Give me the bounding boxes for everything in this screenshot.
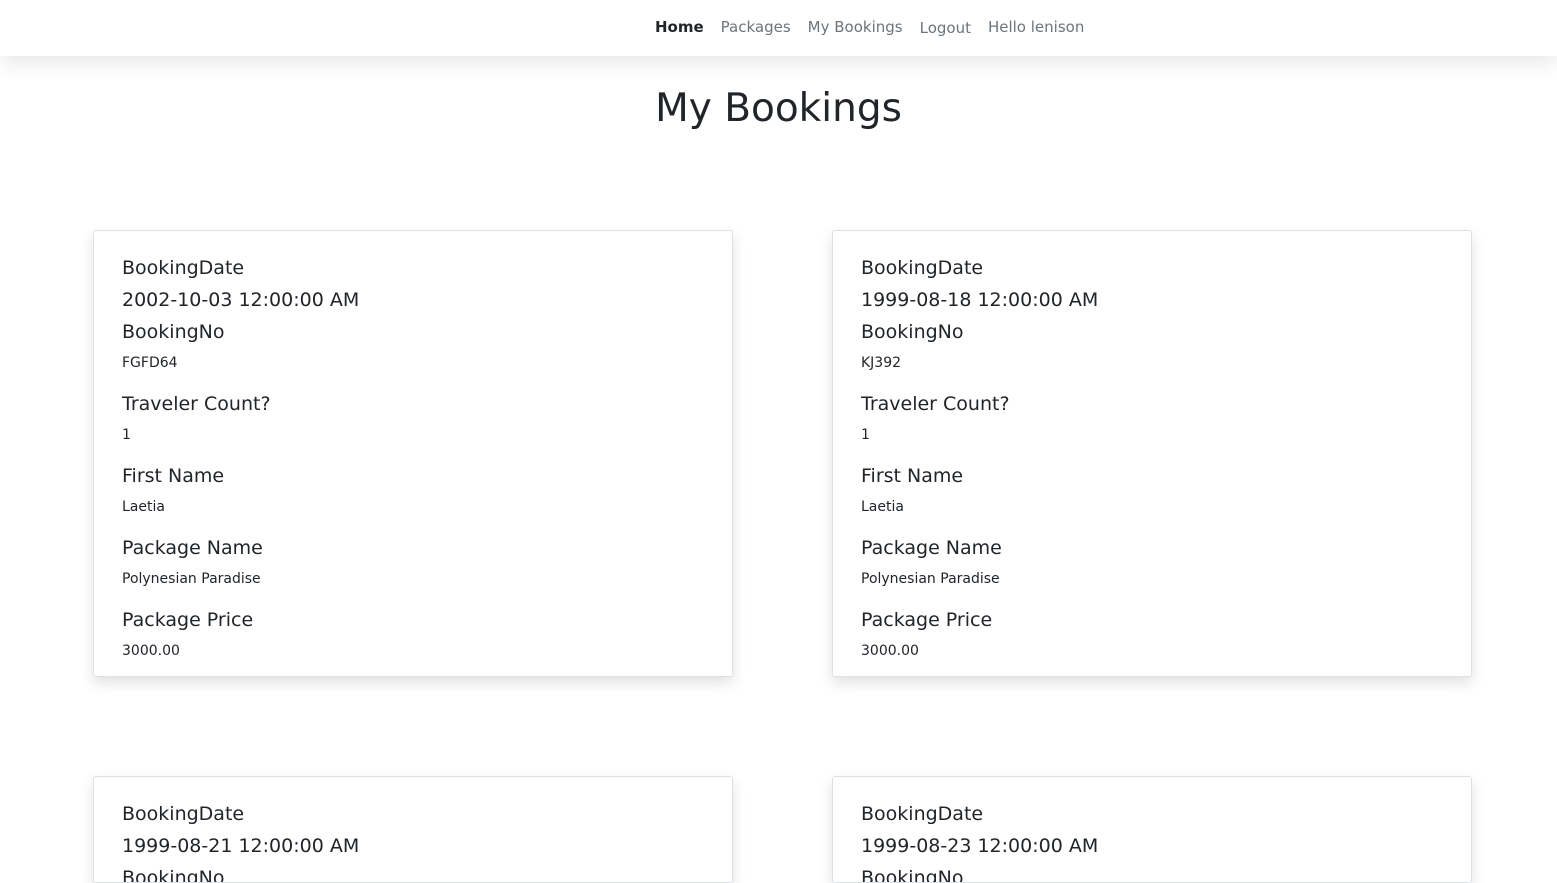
package-price-value: 3000.00 (122, 643, 180, 659)
booking-card: BookingDate 2002-10-03 12:00:00 AM Booki… (93, 230, 733, 677)
booking-card: BookingDate 1999-08-18 12:00:00 AM Booki… (832, 230, 1472, 677)
booking-date-label: BookingDate (861, 803, 984, 825)
package-price-label: Package Price (122, 609, 254, 631)
booking-card: BookingDate 1999-08-23 12:00:00 AM Booki… (832, 776, 1472, 883)
first-name-label: First Name (861, 465, 964, 487)
traveler-count-value: 1 (122, 427, 131, 443)
booking-no-label: BookingNo (122, 867, 225, 883)
nav-user-greeting[interactable]: Hello lenison (988, 18, 1084, 36)
booking-card: BookingDate 1999-08-21 12:00:00 AM Booki… (93, 776, 733, 883)
booking-date-label: BookingDate (122, 803, 245, 825)
top-navbar: Home Packages My Bookings Logout Hello l… (0, 0, 1557, 56)
booking-no-value: KJ392 (861, 355, 902, 371)
booking-date-value: 2002-10-03 12:00:00 AM (122, 289, 360, 311)
booking-date-label: BookingDate (861, 257, 984, 279)
traveler-count-label: Traveler Count? (122, 393, 271, 415)
nav-packages-link[interactable]: Packages (721, 18, 791, 36)
package-name-value: Polynesian Paradise (122, 571, 261, 587)
booking-date-value: 1999-08-23 12:00:00 AM (861, 835, 1099, 857)
nav-links: Home Packages My Bookings Logout Hello l… (655, 17, 1101, 37)
booking-no-label: BookingNo (861, 867, 964, 883)
booking-date-value: 1999-08-21 12:00:00 AM (122, 835, 360, 857)
package-name-value: Polynesian Paradise (861, 571, 1000, 587)
booking-date-value: 1999-08-18 12:00:00 AM (861, 289, 1099, 311)
nav-home-link[interactable]: Home (655, 18, 704, 36)
booking-no-label: BookingNo (861, 321, 964, 343)
traveler-count-value: 1 (861, 427, 870, 443)
page-title: My Bookings (655, 86, 902, 131)
traveler-count-label: Traveler Count? (861, 393, 1010, 415)
booking-date-label: BookingDate (122, 257, 245, 279)
booking-no-label: BookingNo (122, 321, 225, 343)
package-price-label: Package Price (861, 609, 993, 631)
nav-logout-link[interactable]: Logout (920, 19, 971, 37)
nav-my-bookings-link[interactable]: My Bookings (808, 18, 903, 36)
booking-no-value: FGFD64 (122, 355, 178, 371)
first-name-value: Laetia (861, 499, 904, 515)
first-name-label: First Name (122, 465, 225, 487)
package-name-label: Package Name (861, 537, 1002, 559)
first-name-value: Laetia (122, 499, 165, 515)
package-price-value: 3000.00 (861, 643, 919, 659)
package-name-label: Package Name (122, 537, 263, 559)
